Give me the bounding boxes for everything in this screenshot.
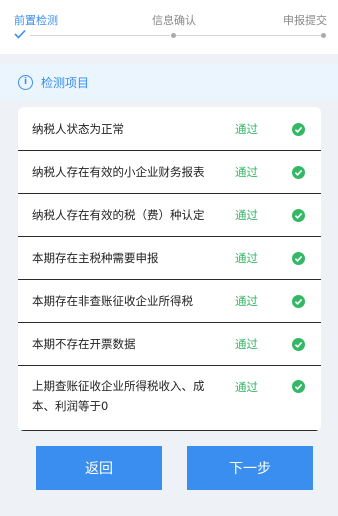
check-circle-icon [292,166,305,179]
step-label-submit: 申报提交 [283,14,327,27]
check-circle-icon [292,252,305,265]
check-row: 本期存在非查账征收企业所得税 通过 [18,280,321,323]
step-label-precheck: 前置检测 [14,14,58,27]
info-icon: i [18,74,33,90]
step-connector [176,35,322,36]
check-status: 通过 [235,294,258,308]
next-step-button[interactable]: 下一步 [187,446,313,490]
check-row: 纳税人状态为正常 通过 [18,107,321,151]
check-list: 纳税人状态为正常 通过 纳税人存在有效的小企业财务报表 通过 纳税人存在有效的税… [18,107,321,431]
check-circle-icon [292,380,305,393]
check-label: 纳税人存在有效的税（费）种认定 [32,208,205,222]
step-connector [30,35,170,36]
check-row: 本期不存在开票数据 通过 [18,323,321,366]
section-header: i 检测项目 [0,64,338,100]
check-circle-icon [292,123,305,136]
step-dot [171,33,176,38]
step-label-confirm: 信息确认 [152,14,196,27]
check-circle-icon [292,338,305,351]
step-dot [321,33,326,38]
check-row: 纳税人存在有效的税（费）种认定 通过 [18,194,321,237]
section-title: 检测项目 [41,75,90,90]
back-button[interactable]: 返回 [36,446,162,490]
check-circle-icon [292,295,305,308]
check-label: 纳税人状态为正常 [32,122,124,136]
check-row: 纳税人存在有效的小企业财务报表 通过 [18,151,321,194]
step-done-check-icon [14,29,26,39]
check-label: 本期存在主税种需要申报 [32,251,159,265]
check-status: 通过 [235,122,258,136]
check-status: 通过 [235,337,258,351]
check-row: 上期查账征收企业所得税收入、成本、利润等于0 通过 [18,366,321,431]
progress-stepper: 前置检测 信息确认 申报提交 [0,0,338,54]
check-label: 上期查账征收企业所得税收入、成本、利润等于0 [32,379,205,413]
check-status: 通过 [235,380,258,394]
check-label: 本期存在非查账征收企业所得税 [32,294,193,308]
check-status: 通过 [235,208,258,222]
check-label: 纳税人存在有效的小企业财务报表 [32,165,205,179]
check-label: 本期不存在开票数据 [32,337,136,351]
check-row: 本期存在主税种需要申报 通过 [18,237,321,280]
check-circle-icon [292,209,305,222]
check-status: 通过 [235,165,258,179]
check-status: 通过 [235,251,258,265]
